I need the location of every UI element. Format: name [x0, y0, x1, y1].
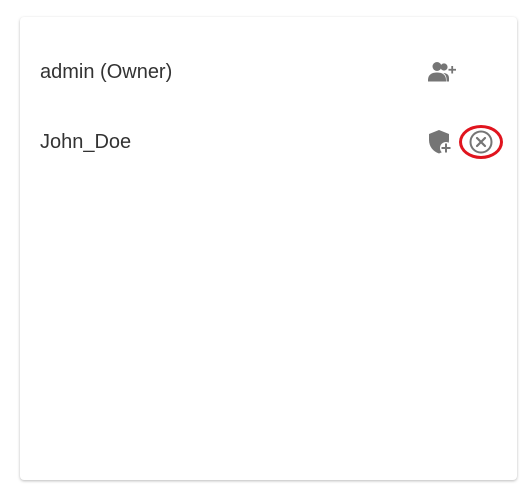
add-person-icon [428, 62, 456, 82]
add-person-button[interactable] [423, 54, 459, 90]
member-row-john-doe: John_Doe [20, 122, 517, 162]
member-name: John_Doe [40, 131, 132, 153]
member-name: admin (Owner) [40, 61, 173, 83]
add-admin-shield-icon [429, 130, 452, 154]
remove-member-button[interactable] [459, 124, 503, 160]
member-row-admin: admin (Owner) [20, 52, 517, 92]
add-admin-button[interactable] [422, 124, 458, 160]
remove-circle-x-icon [469, 130, 493, 154]
members-card: admin (Owner) John_Doe [20, 17, 517, 480]
